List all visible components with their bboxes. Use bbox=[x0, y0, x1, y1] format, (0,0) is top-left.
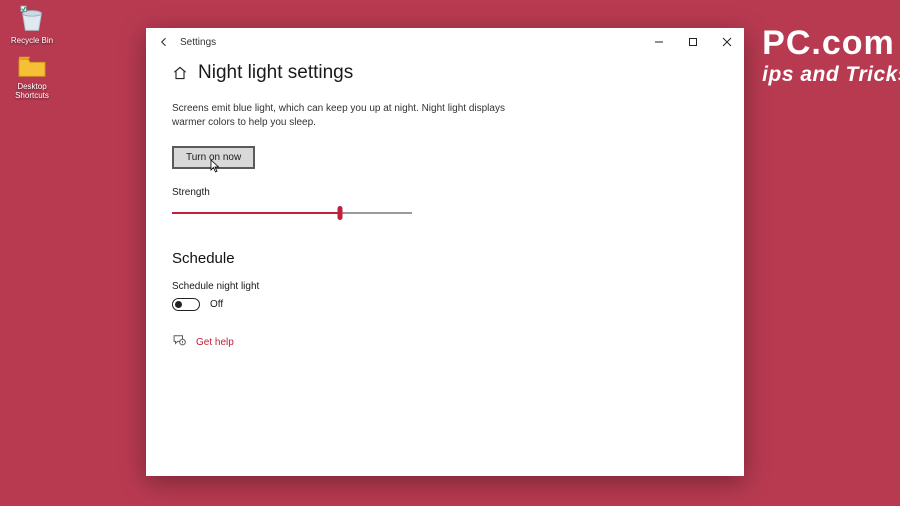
window-title: Settings bbox=[180, 37, 216, 48]
home-icon[interactable] bbox=[172, 65, 188, 81]
desktop-icon-label: Desktop Shortcuts bbox=[2, 82, 62, 100]
turn-on-now-button[interactable]: Turn on now bbox=[172, 146, 255, 169]
chat-help-icon bbox=[172, 333, 186, 352]
desktop-icon-label: Recycle Bin bbox=[2, 36, 62, 45]
minimize-button[interactable] bbox=[642, 28, 676, 56]
recycle-bin-icon bbox=[17, 4, 47, 34]
desktop-icon-recycle-bin[interactable]: Recycle Bin bbox=[2, 4, 62, 45]
titlebar: Settings bbox=[146, 28, 744, 56]
get-help-link[interactable]: Get help bbox=[196, 337, 234, 348]
back-button[interactable] bbox=[154, 32, 174, 52]
maximize-icon bbox=[688, 37, 698, 47]
slider-thumb[interactable] bbox=[338, 206, 343, 220]
schedule-heading: Schedule bbox=[172, 250, 718, 267]
toggle-state: Off bbox=[210, 299, 223, 310]
page-title: Night light settings bbox=[198, 62, 353, 84]
minimize-icon bbox=[654, 37, 664, 47]
cursor-icon bbox=[210, 159, 220, 173]
watermark: PC.com ips and Tricks bbox=[762, 24, 900, 87]
desktop-icon-shortcuts[interactable]: Desktop Shortcuts bbox=[2, 54, 62, 100]
close-icon bbox=[722, 37, 732, 47]
schedule-toggle-label: Schedule night light bbox=[172, 281, 718, 292]
schedule-toggle[interactable] bbox=[172, 298, 200, 311]
folder-icon bbox=[17, 54, 47, 80]
close-button[interactable] bbox=[710, 28, 744, 56]
maximize-button[interactable] bbox=[676, 28, 710, 56]
description-text: Screens emit blue light, which can keep … bbox=[172, 102, 512, 130]
settings-window: Settings Night light settings Screens em… bbox=[146, 28, 744, 476]
strength-label: Strength bbox=[172, 187, 718, 198]
strength-slider[interactable] bbox=[172, 206, 412, 220]
